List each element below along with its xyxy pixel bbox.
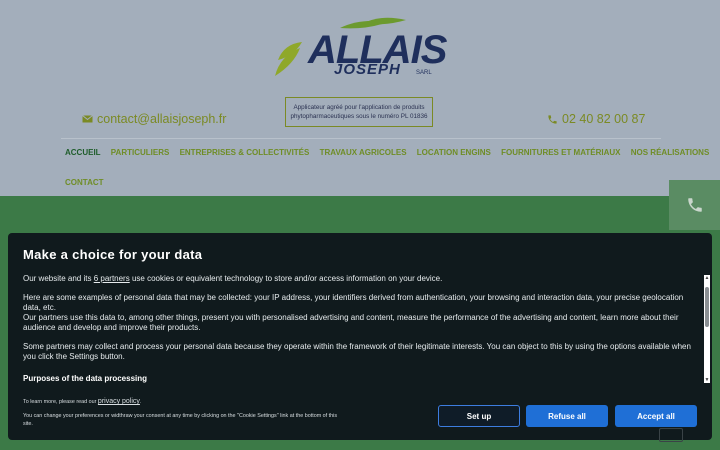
nav-row-2: CONTACT: [65, 178, 112, 187]
consent-paragraph-3: Our partners use this data to, among oth…: [23, 313, 679, 332]
consent-paragraph-4: Some partners may collect and process yo…: [23, 342, 691, 361]
purposes-heading[interactable]: Purposes of the data processing: [23, 374, 695, 384]
scroll-up-icon[interactable]: ▲: [704, 275, 710, 281]
nav-item-contact[interactable]: CONTACT: [65, 178, 104, 187]
privacy-policy-link[interactable]: privacy policy: [98, 398, 140, 405]
phone-icon: [548, 114, 557, 124]
nav-item-realisations[interactable]: NOS RÉALISATIONS: [631, 148, 710, 157]
phone-link[interactable]: 02 40 82 00 87: [547, 112, 645, 126]
consent-footer-text: To learn more, please read our privacy p…: [23, 398, 343, 428]
email-link[interactable]: contact@allaisjoseph.fr: [82, 112, 226, 126]
consent-dialog: Make a choice for your data Our website …: [8, 233, 712, 440]
phone-icon: [687, 198, 702, 212]
logo-suffix: SARL: [416, 70, 432, 76]
learn-text: .: [139, 399, 142, 405]
consent-text: Our website and its: [23, 274, 94, 283]
scroll-thumb[interactable]: [705, 287, 709, 327]
site-header: ALLAIS JOSEPH SARL Applicateur agréé pou…: [0, 0, 720, 196]
email-text: contact@allaisjoseph.fr: [97, 112, 227, 126]
nav-item-travaux[interactable]: TRAVAUX AGRICOLES: [320, 148, 407, 157]
envelope-icon: [82, 115, 93, 123]
learn-text: To learn more, please read our: [23, 399, 98, 405]
consent-paragraph-2: Here are some examples of personal data …: [23, 293, 684, 312]
consent-title: Make a choice for your data: [23, 247, 203, 262]
setup-button[interactable]: Set up: [438, 405, 520, 427]
site-logo[interactable]: ALLAIS JOSEPH SARL: [270, 14, 450, 84]
nav-item-fournitures[interactable]: FOURNITURES ET MATÉRIAUX: [501, 148, 620, 157]
main-nav: ACCUEIL PARTICULIERS ENTREPRISES & COLLE…: [61, 138, 709, 187]
consent-paragraph-1: Our website and its 6 partners use cooki…: [23, 274, 695, 284]
nav-item-accueil[interactable]: ACCUEIL: [65, 148, 101, 157]
consent-text: use cookies or equivalent technology to …: [129, 274, 443, 283]
approval-box: Applicateur agréé pour l'application de …: [285, 97, 433, 127]
refuse-all-button[interactable]: Refuse all: [526, 405, 608, 427]
consent-scroll-area[interactable]: Our website and its 6 partners use cooki…: [23, 274, 695, 394]
scroll-top-button[interactable]: [659, 428, 683, 442]
nav-item-entreprises[interactable]: ENTREPRISES & COLLECTIVITÉS: [180, 148, 310, 157]
phone-text: 02 40 82 00 87: [562, 112, 646, 126]
scrollbar[interactable]: ▲ ▼: [704, 275, 710, 383]
partners-link[interactable]: 6 partners: [94, 274, 130, 283]
scroll-down-icon[interactable]: ▼: [704, 377, 710, 383]
accept-all-button[interactable]: Accept all: [615, 405, 697, 427]
nav-item-location[interactable]: LOCATION ENGINS: [417, 148, 491, 157]
nav-item-particuliers[interactable]: PARTICULIERS: [111, 148, 170, 157]
logo-subtitle: JOSEPH: [334, 61, 401, 78]
floating-phone-button[interactable]: [669, 180, 720, 230]
change-preferences-text: You can change your preferences or width…: [23, 413, 338, 427]
nav-row-1: ACCUEIL PARTICULIERS ENTREPRISES & COLLE…: [65, 148, 717, 157]
